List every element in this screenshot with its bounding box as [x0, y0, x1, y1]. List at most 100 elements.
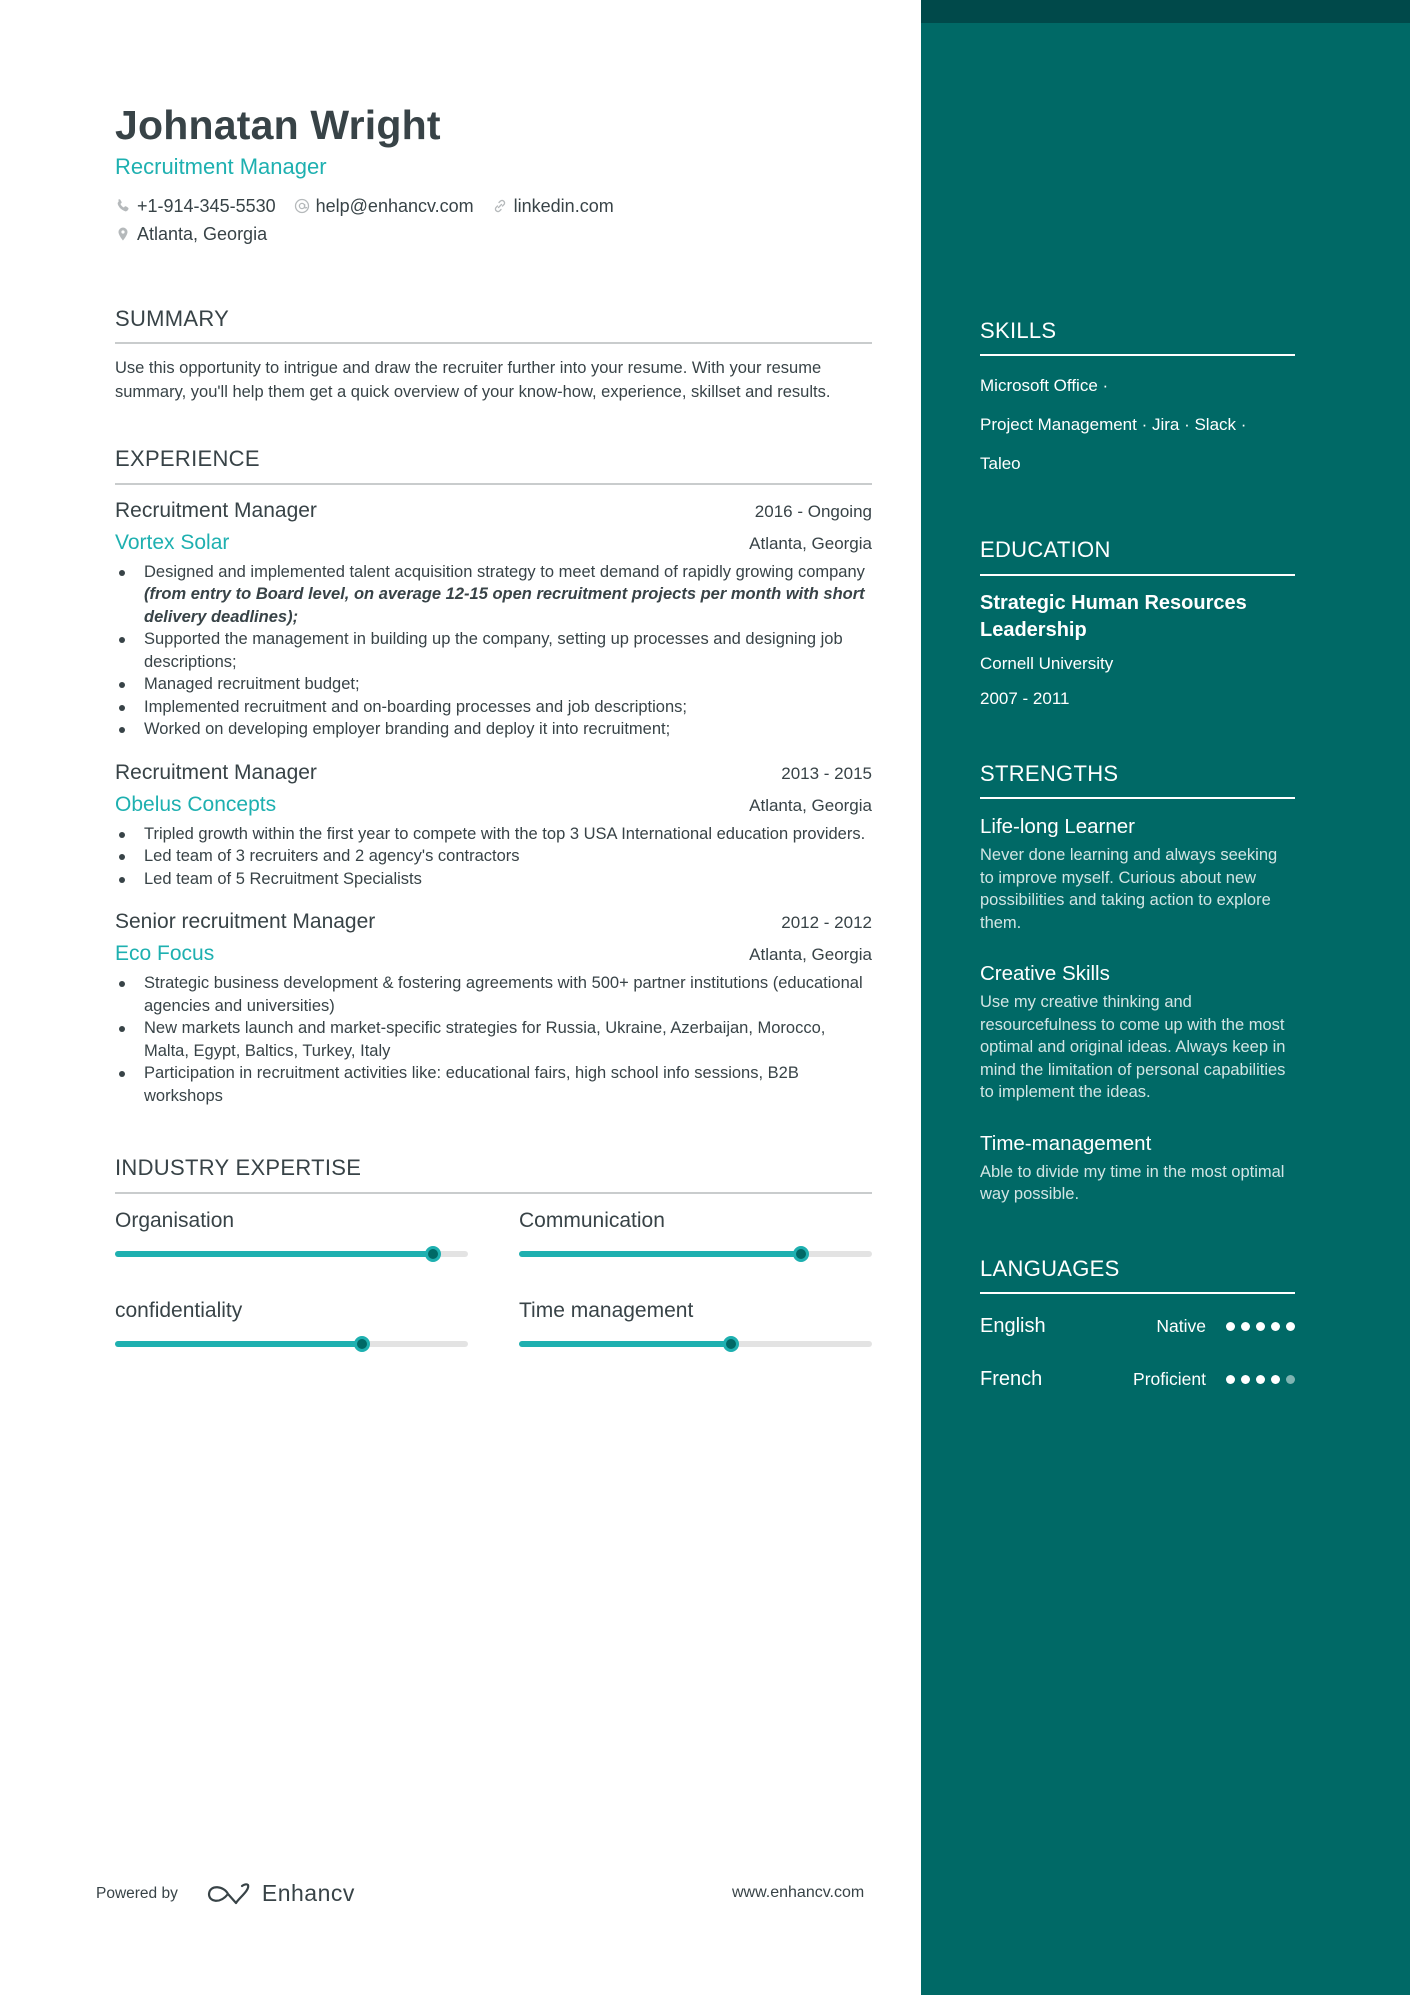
expertise-bar-track: [519, 1245, 872, 1262]
job-bullets: Strategic business development & fosteri…: [115, 972, 872, 1107]
location-pin-icon: [118, 227, 128, 241]
skill-line: Taleo: [980, 454, 1021, 474]
main-column: Johnatan Wright Recruitment Manager +1-9…: [0, 0, 921, 1995]
expertise-label: Communication: [519, 1208, 665, 1232]
rating-dot-filled: [1226, 1375, 1235, 1385]
language-name: French: [980, 1368, 1043, 1391]
job-dates: 2012 - 2012: [781, 913, 872, 933]
bullet-text: Designed and implemented talent acquisit…: [144, 562, 865, 581]
rating-dot-filled: [1271, 1322, 1280, 1332]
job-bullet: Implemented recruitment and on-boarding …: [115, 696, 872, 719]
expertise-item: Time management: [519, 1298, 872, 1388]
strength-title: Life-long Learner: [980, 815, 1135, 839]
job-dates: 2013 - 2015: [781, 763, 872, 783]
skill-line: Project Management · Jira · Slack ·: [980, 415, 1247, 435]
main-content: Johnatan Wright Recruitment Manager +1-9…: [115, 100, 872, 1388]
job-entry: Recruitment Manager 2013 - 2015 Obelus C…: [115, 761, 872, 891]
strengths-heading: STRENGTHS: [980, 761, 1295, 800]
job-location: Atlanta, Georgia: [749, 795, 872, 815]
job-title: Recruitment Manager: [115, 760, 317, 784]
rating-dot-filled: [1286, 1322, 1295, 1332]
phone-icon: [117, 199, 129, 212]
resume-header: Johnatan Wright Recruitment Manager +1-9…: [115, 100, 872, 248]
job-bullet: Supported the management in building up …: [115, 628, 872, 673]
job-entry: Senior recruitment Manager 2012 - 2012 E…: [115, 910, 872, 1107]
experience-heading: EXPERIENCE: [115, 446, 872, 485]
rating-dot-filled: [1256, 1375, 1265, 1385]
job-bullet: Managed recruitment budget;: [115, 673, 872, 696]
strength-description: Never done learning and always seeking t…: [980, 846, 1278, 932]
strength-item: Time-management Able to divide my time i…: [980, 1130, 1295, 1206]
linkedin-link[interactable]: linkedin.com: [514, 192, 614, 220]
candidate-name: Johnatan Wright: [115, 102, 441, 148]
email-address[interactable]: help@enhancv.com: [316, 192, 474, 220]
expertise-bar-track: [115, 1335, 468, 1352]
phone-number[interactable]: +1-914-345-5530: [137, 192, 276, 220]
rating-dot-filled: [1226, 1322, 1235, 1332]
expertise-bar-knob: [722, 1335, 739, 1352]
job-bullets: Tripled growth within the first year to …: [115, 823, 872, 891]
enhancv-logo-icon: [207, 1882, 250, 1904]
strength-title: Creative Skills: [980, 962, 1110, 986]
expertise-bar-track: [115, 1245, 468, 1262]
brand-name: Enhancv: [261, 1880, 355, 1906]
at-icon: [294, 198, 309, 213]
expertise-bar-fill: [519, 1340, 731, 1347]
rating-dot-filled: [1241, 1375, 1250, 1385]
job-bullet: Led team of 3 recruiters and 2 agency's …: [115, 845, 872, 868]
job-bullet: Led team of 5 Recruitment Specialists: [115, 868, 872, 891]
strength-description: Able to divide my time in the most optim…: [980, 1162, 1285, 1204]
strengths-section: STRENGTHS Life-long Learner Never done l…: [980, 761, 1295, 1206]
enhancv-logo[interactable]: Enhancv: [206, 1880, 355, 1907]
summary-text: Use this opportunity to intrigue and dra…: [115, 359, 831, 402]
languages-heading: LANGUAGES: [980, 1256, 1295, 1295]
expertise-bar-fill: [115, 1250, 433, 1257]
job-dates: 2016 - Ongoing: [754, 501, 872, 521]
education-heading: EDUCATION: [980, 537, 1295, 576]
job-bullet: Strategic business development & fosteri…: [115, 972, 872, 1017]
expertise-item: Communication: [519, 1208, 872, 1298]
job-title: Recruitment Manager: [115, 498, 317, 522]
job-title: Senior recruitment Manager: [115, 910, 376, 934]
expertise-heading: INDUSTRY EXPERTISE: [115, 1155, 872, 1194]
phone-contact: +1-914-345-5530: [115, 192, 276, 220]
job-entry: Recruitment Manager 2016 - Ongoing Vorte…: [115, 499, 872, 741]
location-contact: Atlanta, Georgia: [115, 220, 267, 248]
contact-info: +1-914-345-5530 help@enhancv.com linkedi…: [115, 192, 872, 248]
expertise-bar-knob: [424, 1245, 441, 1262]
language-name: English: [980, 1315, 1046, 1338]
language-level: Proficient: [1133, 1369, 1206, 1390]
language-level: Native: [1156, 1316, 1206, 1337]
education-school: Cornell University: [980, 653, 1114, 673]
strength-item: Creative Skills Use my creative thinking…: [980, 960, 1295, 1104]
expertise-bar-knob: [793, 1245, 810, 1262]
job-company: Vortex Solar: [115, 530, 230, 554]
linkedin-contact: linkedin.com: [492, 192, 614, 220]
industry-expertise-section: INDUSTRY EXPERTISE Organisation Communic…: [115, 1155, 872, 1387]
education-dates: 2007 - 2011: [980, 688, 1070, 708]
job-bullet: New markets launch and market-specific s…: [115, 1017, 872, 1062]
language-row: French Proficient: [980, 1359, 1295, 1400]
sidebar-top-band: [921, 0, 1410, 23]
rating-dot-filled: [1271, 1375, 1280, 1385]
languages-section: LANGUAGES English Native French Proficie…: [980, 1256, 1295, 1400]
strength-item: Life-long Learner Never done learning an…: [980, 813, 1295, 934]
expertise-label: confidentiality: [115, 1298, 243, 1322]
job-bullets: Designed and implemented talent acquisit…: [115, 561, 872, 741]
link-icon: [494, 199, 505, 212]
strength-description: Use my creative thinking and resourceful…: [980, 993, 1286, 1102]
job-location: Atlanta, Georgia: [749, 945, 872, 965]
job-bullet: Participation in recruitment activities …: [115, 1062, 872, 1107]
expertise-bar-fill: [115, 1340, 363, 1347]
footer-website[interactable]: www.enhancv.com: [732, 1884, 864, 1902]
language-rating: [1226, 1322, 1295, 1332]
summary-section: SUMMARY Use this opportunity to intrigue…: [115, 306, 872, 404]
candidate-title: Recruitment Manager: [115, 154, 327, 180]
skills-list: Microsoft Office · Project Management · …: [980, 366, 1295, 483]
footer-powered-by: Powered by Enhancv: [96, 1880, 355, 1907]
experience-section: EXPERIENCE Recruitment Manager 2016 - On…: [115, 446, 872, 1107]
bullet-emphasis: (from entry to Board level, on average 1…: [144, 585, 865, 626]
skills-section: SKILLS Microsoft Office · Project Manage…: [980, 318, 1295, 483]
language-rating: [1226, 1375, 1295, 1385]
education-degree: Strategic Human Resources Leadership: [980, 591, 1247, 641]
